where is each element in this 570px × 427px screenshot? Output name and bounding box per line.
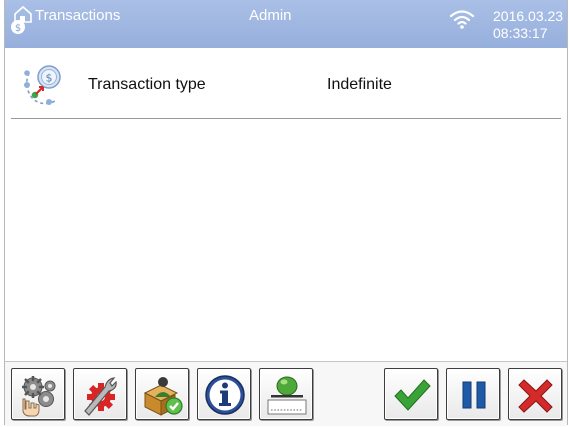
box-person-check-icon	[143, 377, 183, 416]
scale-button[interactable]	[259, 368, 313, 420]
svg-text:$: $	[46, 72, 53, 85]
cross-icon	[518, 379, 553, 413]
transaction-type-label: Transaction type	[88, 76, 206, 93]
divider	[11, 118, 561, 119]
bottom-toolbar	[5, 361, 567, 426]
confirm-button[interactable]	[384, 368, 438, 420]
pause-button[interactable]	[446, 368, 500, 420]
header-time: 08:33:17	[493, 25, 548, 41]
checkmark-icon	[394, 379, 431, 411]
pause-icon	[462, 381, 486, 409]
cancel-button[interactable]	[508, 368, 562, 420]
header-user: Admin	[249, 7, 292, 24]
scale-icon	[267, 376, 307, 415]
tools-button[interactable]	[73, 368, 127, 420]
info-icon	[205, 375, 245, 415]
screen-frame: $ Transactions Admin 2016.03.23 08:33:17…	[4, 0, 568, 426]
transaction-type-row[interactable]: $ Transaction type Indefinite	[5, 55, 567, 115]
transaction-type-icon: $	[24, 65, 61, 105]
info-button[interactable]	[197, 368, 251, 420]
wrench-gear-icon	[84, 377, 117, 416]
transaction-type-value[interactable]: Indefinite	[327, 76, 392, 94]
service-button[interactable]	[135, 368, 189, 420]
transactions-icon: $	[11, 5, 32, 34]
wifi-icon	[449, 10, 475, 29]
settings-button[interactable]	[11, 368, 65, 420]
svg-text:$: $	[15, 23, 21, 34]
gears-hand-icon	[22, 376, 56, 417]
header-bar: $ Transactions Admin 2016.03.23 08:33:17	[5, 0, 567, 48]
header-date: 2016.03.23	[493, 8, 564, 24]
header-title: Transactions	[35, 7, 121, 24]
